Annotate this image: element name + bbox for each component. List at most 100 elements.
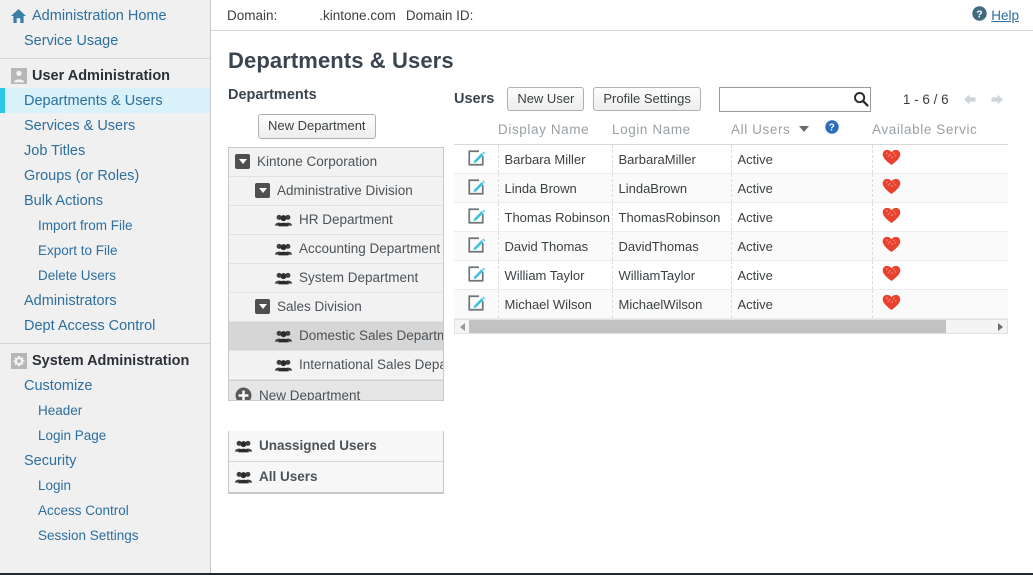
sidebar-item-label: Access Control [38, 503, 129, 518]
dept-list-all-users[interactable]: All Users [229, 461, 443, 493]
dept-tree-item[interactable]: Sales Division [229, 292, 443, 322]
edit-user-cell[interactable] [454, 202, 499, 232]
new-department-button[interactable]: New Department [258, 114, 376, 139]
sidebar-item-delete-users[interactable]: Delete Users [0, 263, 210, 288]
horizontal-scrollbar[interactable] [454, 319, 1008, 334]
edit-icon[interactable] [467, 294, 485, 315]
search-input[interactable] [719, 87, 852, 111]
sidebar-item-bulk-actions[interactable]: Bulk Actions [0, 188, 210, 213]
edit-icon[interactable] [467, 149, 485, 170]
departments-heading: Departments [228, 87, 317, 103]
sidebar-item-export-to-file[interactable]: Export to File [0, 238, 210, 263]
prev-page-arrow[interactable] [962, 93, 977, 106]
sidebar-item-service-usage[interactable]: Service Usage [0, 28, 210, 53]
status-help-icon[interactable]: ? [825, 120, 839, 134]
sidebar-item-administrators[interactable]: Administrators [0, 288, 210, 313]
department-tree: Kintone Corporation Administrative Divisi… [228, 146, 444, 401]
sidebar-group: System Administration Customize Header Logi… [0, 348, 210, 548]
sidebar-item-login[interactable]: Login [0, 473, 210, 498]
toggle-expanded-icon[interactable] [235, 154, 250, 170]
sidebar-item-login-page[interactable]: Login Page [0, 423, 210, 448]
dept-tree-item[interactable]: Kintone Corporation [229, 147, 443, 177]
sidebar-item-label: Services & Users [24, 117, 136, 134]
scroll-right-arrow[interactable] [993, 322, 1007, 331]
new-user-button[interactable]: New User [507, 86, 585, 112]
profile-settings-button[interactable]: Profile Settings [593, 86, 701, 112]
sidebar-item-services-users[interactable]: Services & Users [0, 113, 210, 138]
dept-tree-item-label: Sales Division [277, 299, 362, 315]
table-row[interactable]: Michael Wilson MichaelWilson Active [454, 289, 1008, 319]
edit-icon[interactable] [467, 207, 485, 228]
table-row[interactable]: David Thomas DavidThomas Active [454, 231, 1008, 261]
sidebar-item-security[interactable]: Security [0, 448, 210, 473]
status-filter-dropdown[interactable]: All Users [731, 122, 810, 137]
edit-icon[interactable] [467, 178, 485, 199]
cell-login-name: WilliamTaylor [612, 260, 732, 290]
scroll-thumb[interactable] [469, 320, 946, 333]
dept-tree-item[interactable]: Administrative Division [229, 176, 443, 206]
next-page-arrow[interactable] [990, 93, 1005, 106]
sidebar-item-label: Delete Users [38, 268, 117, 283]
edit-user-cell[interactable] [454, 289, 499, 319]
sidebar-item-groups-or-roles[interactable]: Groups (or Roles) [0, 163, 210, 188]
sidebar-item-import-from-file[interactable]: Import from File [0, 213, 210, 238]
sidebar-item-administration-home[interactable]: Administration Home [0, 3, 210, 28]
plus-icon [235, 387, 252, 400]
dept-tree-item-label: System Department [299, 270, 419, 286]
dept-tree-item-label: International Sales Department [299, 357, 443, 373]
sidebar-item-access-control[interactable]: Access Control [0, 498, 210, 523]
group-icon [235, 438, 252, 453]
help-link[interactable]: ? Help [972, 6, 1019, 24]
cell-status: Active [731, 231, 873, 261]
group-icon [275, 357, 292, 372]
dept-tree-item[interactable]: Accounting Department [229, 234, 443, 264]
scroll-track[interactable] [469, 320, 993, 333]
users-toolbar: Users New User Profile Settings 1 - 6 / … [454, 84, 1033, 114]
edit-icon[interactable] [467, 236, 485, 257]
dept-list-label: All Users [259, 469, 318, 485]
edit-user-cell[interactable] [454, 144, 499, 174]
sidebar-item-session-settings[interactable]: Session Settings [0, 523, 210, 548]
domain-value: .kintone.com [319, 7, 396, 23]
sidebar-item-departments-users[interactable]: Departments & Users [0, 88, 210, 113]
dept-tree-item[interactable]: HR Department [229, 205, 443, 235]
toggle-expanded-icon[interactable] [255, 299, 270, 315]
users-table-header-row: Display Name Login Name All Users ? Avai… [454, 120, 1008, 145]
kintone-heart-icon [882, 294, 901, 314]
sidebar-item-label: Administration Home [32, 7, 167, 24]
cell-display-name: Michael Wilson [498, 289, 613, 319]
sidebar-item-label: Groups (or Roles) [24, 167, 140, 184]
edit-user-cell[interactable] [454, 260, 499, 290]
dept-list-unassigned-users[interactable]: Unassigned Users [229, 430, 443, 462]
sidebar-item-customize[interactable]: Customize [0, 373, 210, 398]
group-icon [275, 270, 292, 285]
dept-tree-item[interactable]: Domestic Sales Department [229, 321, 443, 351]
sidebar-group: Administration Home Service Usage [0, 3, 210, 53]
sidebar-item-label: Customize [24, 377, 93, 394]
search-button[interactable] [851, 87, 870, 111]
sidebar-item-dept-access-control[interactable]: Dept Access Control [0, 313, 210, 338]
scroll-left-arrow[interactable] [455, 322, 469, 331]
cell-display-name: Linda Brown [498, 173, 613, 203]
table-row[interactable]: William Taylor WilliamTaylor Active [454, 260, 1008, 290]
edit-user-cell[interactable] [454, 231, 499, 261]
table-row[interactable]: Linda Brown LindaBrown Active [454, 173, 1008, 203]
sidebar-item-header[interactable]: Header [0, 398, 210, 423]
new-department-button-wrap: New Department [228, 114, 444, 139]
edit-user-cell[interactable] [454, 173, 499, 203]
dept-tree-item[interactable]: International Sales Department [229, 350, 443, 380]
col-header-display-name[interactable]: Display Name [498, 120, 612, 145]
group-icon [275, 212, 292, 227]
edit-icon[interactable] [467, 265, 485, 286]
tree-new-department-row[interactable]: New Department [229, 379, 443, 400]
toggle-expanded-icon[interactable] [255, 183, 270, 199]
sidebar-item-job-titles[interactable]: Job Titles [0, 138, 210, 163]
col-header-login-name[interactable]: Login Name [612, 120, 731, 145]
special-user-lists: Unassigned Users All Users [228, 430, 444, 494]
dept-tree-item[interactable]: System Department [229, 263, 443, 293]
table-row[interactable]: Thomas Robinson ThomasRobinson Active [454, 202, 1008, 232]
cell-status: Active [731, 289, 873, 319]
sidebar-item-label: Departments & Users [24, 92, 163, 109]
table-row[interactable]: Barbara Miller BarbaraMiller Active [454, 144, 1008, 174]
sidebar-item-label: Export to File [38, 243, 118, 258]
